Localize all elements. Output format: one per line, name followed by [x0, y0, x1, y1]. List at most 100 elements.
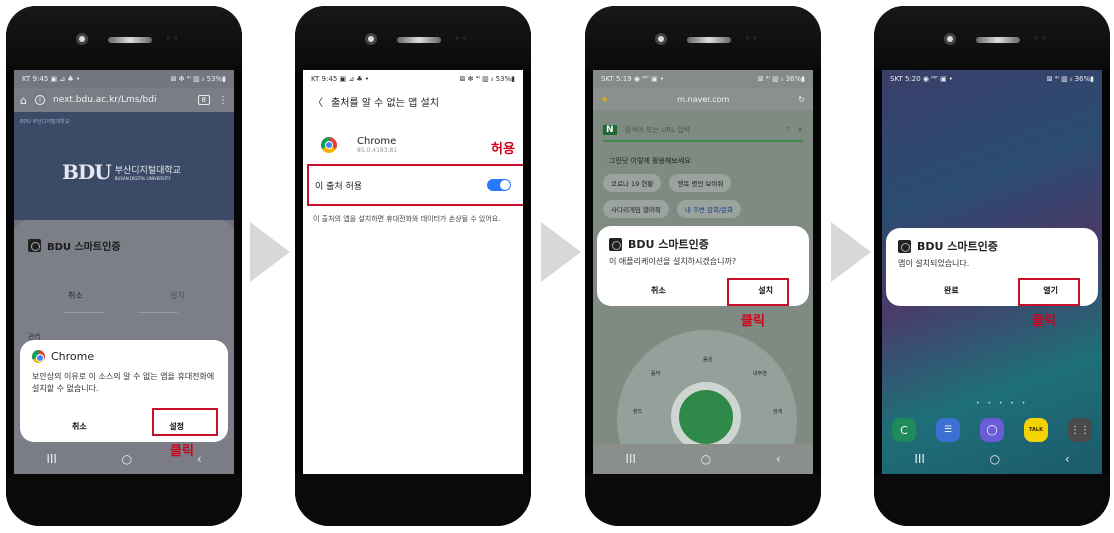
nav-recent-button[interactable]: III — [46, 452, 57, 466]
click-annotation: 클릭 — [1032, 314, 1056, 329]
tab-count-icon[interactable]: 8 — [197, 95, 210, 105]
url-text[interactable]: next.bdu.ac.kr/Lms/bdi — [53, 95, 190, 105]
speaker-grille — [108, 37, 152, 43]
nav-recent-button[interactable]: III — [625, 452, 636, 466]
phone-bezel: ◦ ◦ — [295, 6, 531, 70]
site-header: BDU 부산디지털대학교 BDU 부산디지털대학교 BUSAN DIGITAL … — [14, 112, 234, 220]
sensor-dots: ◦ ◦ — [455, 34, 467, 43]
card-install-button[interactable]: 설치 — [170, 290, 185, 301]
naver-logo-icon: N — [603, 125, 617, 135]
message-app-icon[interactable]: ☰ — [936, 418, 960, 442]
next-step-arrow — [250, 222, 290, 282]
bdu-app-icon — [898, 239, 911, 253]
status-left: KT 9:45 ▣ ⊿ ♣ • — [22, 75, 81, 83]
apps-grid-icon[interactable]: ⋮⋮ — [1068, 418, 1092, 442]
browser-toolbar: ⌂ i next.bdu.ac.kr/Lms/bdi 8 ⋮ — [14, 88, 234, 112]
phone-screen-2: ◦ ◦ KT 9:45 ▣ ⊿ ♣ • ⊠ ✻ ⁴ᴵ ▥ ᵢₗ 53%▮ 〈 출… — [295, 6, 531, 526]
section-title: 그린닷 이렇게 활용해보세요 — [609, 157, 691, 165]
dock-label: 검색 — [773, 409, 783, 415]
page-title: 출처를 알 수 없는 앱 설치 — [331, 98, 439, 109]
dock-label: 음성 — [703, 357, 713, 363]
camera-icon — [944, 33, 956, 45]
app-version: 85.0.4183.81 — [357, 147, 398, 154]
screen: KT 9:45 ▣ ⊿ ♣ • ⊠ ✻ ⁴ᴵ ▥ ᵢₗ 53%▮ ⌂ i nex… — [14, 70, 234, 474]
close-icon[interactable]: ✕ — [797, 126, 803, 134]
app-row: Chrome 85.0.4183.81 — [321, 136, 397, 154]
card-title-text: BDU 스마트인증 — [47, 242, 121, 253]
phone-screen-4: ◦ ◦ SKT 5:20 ◉ ᴹᴾ ▣ • ⊠ ⁴ᴵ ▥ ᵢₗ 36%▮ BDU… — [874, 6, 1110, 526]
phone-chin — [6, 474, 242, 526]
home-icon[interactable]: ⌂ — [20, 94, 27, 107]
phone-app-icon[interactable]: C — [892, 418, 916, 442]
click-annotation: 클릭 — [170, 444, 194, 459]
refresh-icon[interactable]: ↻ — [798, 95, 805, 104]
status-right: ⊠ ✻ ⁴ᴵ ▥ ᵢₗ 53%▮ — [459, 75, 515, 83]
speaker-grille — [687, 37, 731, 43]
suggestion-chip[interactable]: 행복 명언 보여줘 — [669, 174, 732, 192]
warning-text: 이 출처의 앱을 설치하면 휴대전화와 데이터가 손상될 수 있어요. — [313, 215, 501, 223]
nav-bar: III ○ ‹ — [14, 444, 234, 474]
dialog-done-button[interactable]: 완료 — [944, 285, 959, 296]
settings-header: 〈 출처를 알 수 없는 앱 설치 — [313, 94, 439, 109]
nav-recent-button[interactable]: III — [914, 452, 925, 466]
next-step-arrow — [831, 222, 871, 282]
logo-eng: BUSAN DIGITAL UNIVERSITY — [114, 176, 171, 181]
site-small-label: BDU 부산디지털대학교 — [20, 119, 70, 125]
phone-chin — [295, 474, 531, 526]
page-indicator: • • • • • — [976, 400, 1029, 407]
suggestion-chip[interactable]: 사다리게임 열어줘 — [603, 200, 669, 218]
suggestion-chip[interactable]: 코로나 19 현황 — [603, 174, 662, 192]
greendot-button[interactable] — [671, 382, 741, 452]
nav-home-button[interactable]: ○ — [701, 452, 711, 466]
speaker-grille — [397, 37, 441, 43]
sensor-dots: ◦ ◦ — [745, 34, 757, 43]
kakaotalk-app-icon[interactable]: TALK — [1024, 418, 1048, 442]
status-right: ⊠ ⁴ᴵ ▥ ᵢₗ 36%▮ — [1046, 75, 1094, 83]
nav-back-button[interactable]: ‹ — [197, 452, 202, 466]
status-bar: SKT 5:20 ◉ ᴹᴾ ▣ • ⊠ ⁴ᴵ ▥ ᵢₗ 36%▮ — [882, 70, 1102, 88]
card-cancel-button[interactable]: 취소 — [68, 290, 83, 301]
search-input[interactable]: 검색어 또는 URL 입력 — [625, 125, 778, 135]
naver-search-bar[interactable]: N 검색어 또는 URL 입력 ? ✕ — [603, 120, 803, 142]
internet-app-icon[interactable]: ◯ — [980, 418, 1004, 442]
status-bar: KT 9:45 ▣ ⊿ ♣ • ⊠ ✻ ⁴ᴵ ▥ ᵢₗ 53%▮ — [303, 70, 523, 88]
phone-bezel: ◦ ◦ — [585, 6, 821, 70]
card-divider — [138, 312, 178, 313]
card-divider — [64, 312, 104, 313]
highlight-box — [307, 164, 523, 206]
dock-label: 내주변 — [753, 371, 767, 377]
card-title: BDU 스마트인증 — [28, 238, 121, 253]
nav-home-button[interactable]: ○ — [990, 452, 1000, 466]
camera-icon — [76, 33, 88, 45]
sensor-dots: ◦ ◦ — [1034, 34, 1046, 43]
dialog-message: 앱이 설치되었습니다. — [898, 259, 970, 268]
camera-icon — [365, 33, 377, 45]
info-icon: i — [34, 95, 45, 105]
url-text[interactable]: m.naver.com — [677, 95, 729, 104]
dock-label: 음악 — [651, 371, 661, 377]
phone-screen-3: ◦ ◦ SKT 5:19 ◉ ᴹᴾ ▣ • ⊠ ⁴ᴵ ▥ ᵢₗ 36%▮ ★ m… — [585, 6, 821, 526]
nav-bar: III ○ ‹ — [882, 444, 1102, 474]
screen: KT 9:45 ▣ ⊿ ♣ • ⊠ ✻ ⁴ᴵ ▥ ᵢₗ 53%▮ 〈 출처를 알… — [303, 70, 523, 474]
logo-kor: 부산디지털대학교 — [114, 166, 181, 176]
home-dock: C ☰ ◯ TALK ⋮⋮ — [892, 418, 1092, 444]
back-icon[interactable]: 〈 — [313, 94, 323, 109]
chrome-icon — [32, 350, 45, 363]
sensor-dots: ◦ ◦ — [166, 34, 178, 43]
help-icon[interactable]: ? — [785, 126, 789, 134]
nav-back-button[interactable]: ‹ — [1065, 452, 1070, 466]
status-right: ⊠ ⁴ᴵ ▥ ᵢₗ 36%▮ — [757, 75, 805, 83]
next-step-arrow — [541, 222, 581, 282]
suggestion-chip[interactable]: 내 주변 감회/문화 — [676, 200, 742, 218]
menu-icon[interactable]: ⋮ — [218, 95, 228, 106]
dialog-message: 이 애플리케이션을 설치하시겠습니까? — [609, 257, 737, 266]
bdu-app-icon — [609, 237, 622, 251]
dialog-cancel-button[interactable]: 취소 — [651, 285, 666, 296]
status-left: KT 9:45 ▣ ⊿ ♣ • — [311, 75, 370, 83]
dialog-cancel-button[interactable]: 취소 — [72, 421, 87, 432]
dialog-message: 보안상의 이유로 이 소스의 알 수 없는 앱을 휴대전화에 설치할 수 없습니… — [32, 372, 215, 393]
star-icon[interactable]: ★ — [601, 95, 608, 104]
nav-back-button[interactable]: ‹ — [776, 452, 781, 466]
nav-home-button[interactable]: ○ — [122, 452, 132, 466]
phone-chin — [585, 474, 821, 526]
